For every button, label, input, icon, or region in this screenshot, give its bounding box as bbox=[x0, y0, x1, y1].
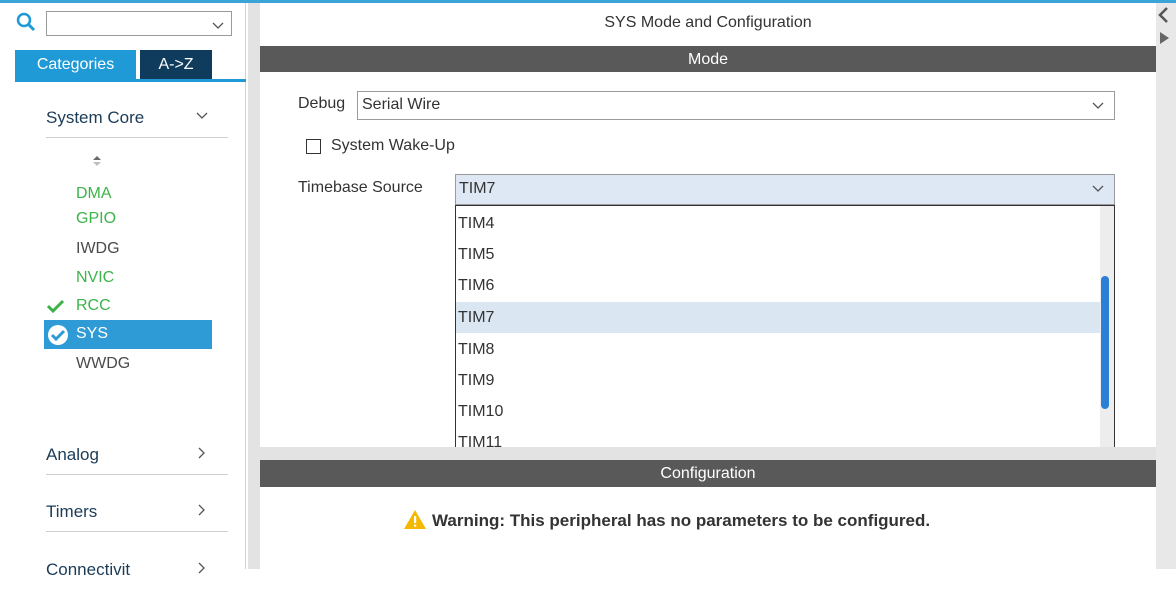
section-divider bbox=[260, 447, 1156, 460]
timebase-option-tim5[interactable]: TIM5 bbox=[456, 239, 1100, 270]
sidebar-item-sys[interactable]: SYS bbox=[76, 322, 108, 346]
sidebar-item-iwdg[interactable]: IWDG bbox=[76, 237, 120, 261]
system-wakeup-label: System Wake-Up bbox=[331, 137, 455, 154]
timebase-dropdown-list: TIM4 TIM5 TIM6 TIM7 TIM8 TIM9 TIM10 TIM1… bbox=[455, 205, 1115, 461]
sidebar-item-gpio[interactable]: GPIO bbox=[76, 207, 116, 231]
timebase-select[interactable]: TIM7 bbox=[455, 174, 1115, 205]
sidebar-item-sys-selected[interactable] bbox=[44, 320, 212, 349]
sidebar-item-dma[interactable]: DMA bbox=[76, 182, 112, 206]
tab-underline bbox=[15, 79, 247, 82]
debug-label: Debug bbox=[298, 95, 346, 112]
panel-right-gutter bbox=[1156, 3, 1176, 569]
sort-icon[interactable] bbox=[90, 152, 104, 170]
tab-categories[interactable]: Categories bbox=[15, 50, 136, 79]
chevron-down-icon[interactable] bbox=[212, 17, 224, 29]
warning-message: Warning: This peripheral has no paramete… bbox=[432, 511, 931, 530]
timebase-option-tim10[interactable]: TIM10 bbox=[456, 396, 1100, 427]
check-icon bbox=[46, 299, 65, 314]
timebase-option-tim4[interactable]: TIM4 bbox=[456, 208, 1100, 239]
left-sidebar bbox=[0, 3, 246, 569]
check-circle-icon bbox=[48, 325, 68, 345]
sidebar-item-rcc[interactable]: RCC bbox=[76, 294, 111, 318]
sidebar-item-nvic[interactable]: NVIC bbox=[76, 266, 114, 290]
collapse-arrow-icon[interactable] bbox=[1157, 6, 1171, 46]
chevron-down-icon bbox=[1092, 102, 1104, 109]
debug-select[interactable]: Serial Wire bbox=[357, 91, 1115, 120]
search-box bbox=[10, 9, 232, 37]
chevron-right-icon bbox=[198, 504, 205, 516]
sidebar-tabs: Categories A->Z bbox=[15, 50, 247, 82]
category-label: System Core bbox=[46, 108, 145, 127]
timebase-option-tim7[interactable]: TIM7 bbox=[456, 302, 1100, 333]
panel-left-gutter bbox=[248, 3, 260, 569]
dropdown-scroll-thumb[interactable] bbox=[1101, 276, 1109, 409]
category-label: Timers bbox=[46, 502, 98, 521]
tab-a-to-z[interactable]: A->Z bbox=[140, 50, 212, 79]
system-wakeup-checkbox[interactable] bbox=[306, 139, 321, 154]
panel-title: SYS Mode and Configuration bbox=[604, 14, 812, 31]
timebase-option-tim9[interactable]: TIM9 bbox=[456, 365, 1100, 396]
timebase-value: TIM7 bbox=[459, 180, 496, 197]
category-timers[interactable]: Timers bbox=[46, 492, 228, 532]
configuration-header[interactable]: Configuration bbox=[260, 460, 1156, 487]
warning-icon bbox=[404, 510, 426, 529]
category-label: Connectivit bbox=[46, 560, 131, 579]
chevron-down-icon bbox=[1092, 185, 1104, 192]
sidebar-item-wwdg[interactable]: WWDG bbox=[76, 352, 130, 376]
mode-header[interactable]: Mode bbox=[260, 46, 1156, 73]
category-connectivity[interactable]: Connectivit bbox=[46, 550, 228, 590]
category-label: Analog bbox=[46, 445, 99, 464]
category-analog[interactable]: Analog bbox=[46, 435, 228, 475]
timebase-option-tim8[interactable]: TIM8 bbox=[456, 334, 1100, 365]
timebase-label: Timebase Source bbox=[298, 179, 423, 196]
category-system-core[interactable]: System Core bbox=[46, 98, 228, 138]
timebase-option-tim6[interactable]: TIM6 bbox=[456, 270, 1100, 301]
chevron-down-icon bbox=[196, 112, 208, 119]
debug-value: Serial Wire bbox=[362, 96, 441, 113]
chevron-right-icon bbox=[198, 562, 205, 574]
chevron-right-icon bbox=[198, 447, 205, 459]
search-icon[interactable] bbox=[16, 12, 36, 32]
search-input[interactable] bbox=[46, 11, 232, 36]
